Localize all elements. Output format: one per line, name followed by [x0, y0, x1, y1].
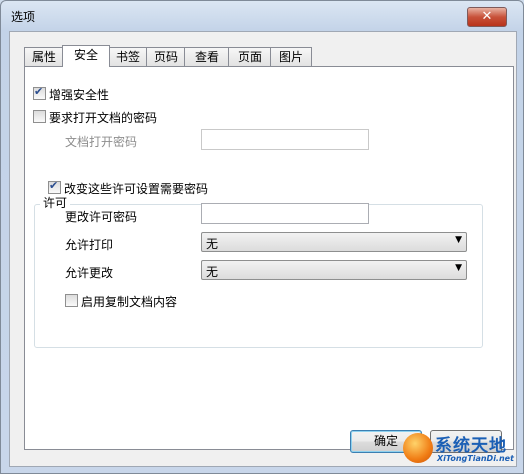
allow-change-select[interactable]: 无 ▼	[201, 260, 467, 280]
tab-view[interactable]: 查看	[184, 47, 230, 66]
tab-page-numbers[interactable]: 页码	[146, 47, 186, 66]
allow-change-value: 无	[206, 265, 219, 279]
open-password-field[interactable]	[201, 129, 369, 150]
options-dialog: 选项 ✕ 属性 安全 书签 页码 查看 页面 图片 增强安全性 要求打开文档的密…	[0, 0, 524, 474]
enable-copy-checkbox[interactable]	[65, 294, 78, 307]
allow-print-select[interactable]: 无 ▼	[201, 232, 467, 252]
permission-password-field[interactable]	[201, 203, 369, 224]
dropdown-arrow-icon: ▼	[455, 263, 462, 273]
close-icon: ✕	[481, 9, 493, 24]
change-permissions-checkbox[interactable]	[48, 179, 61, 194]
tab-images[interactable]: 图片	[270, 47, 312, 66]
allow-print-value: 无	[206, 237, 219, 251]
close-button[interactable]: ✕	[467, 7, 507, 27]
require-open-password-checkbox[interactable]	[33, 110, 46, 123]
security-panel: 增强安全性 要求打开文档的密码 文档打开密码 许可 改变这些许可设置需要密码 更…	[24, 66, 514, 450]
enhanced-security-label: 增强安全性	[49, 88, 110, 102]
dialog-client-area: 属性 安全 书签 页码 查看 页面 图片 增强安全性 要求打开文档的密码 文档打…	[9, 31, 517, 467]
tab-bookmarks[interactable]: 书签	[108, 47, 148, 66]
allow-change-label: 允许更改	[65, 266, 114, 280]
require-open-password-label: 要求打开文档的密码	[49, 111, 158, 125]
permission-password-label: 更改许可密码	[65, 210, 138, 224]
allow-print-label: 允许打印	[65, 238, 114, 252]
change-permissions-label: 改变这些许可设置需要密码	[64, 182, 209, 196]
watermark-subtitle: XiTongTianDi.net	[437, 454, 514, 463]
dialog-title: 选项	[11, 10, 36, 24]
tab-security[interactable]: 安全	[62, 45, 110, 67]
tab-properties[interactable]: 属性	[24, 47, 64, 66]
enhanced-security-checkbox[interactable]	[33, 85, 46, 100]
enable-copy-label: 启用复制文档内容	[81, 295, 178, 309]
tab-pages[interactable]: 页面	[228, 47, 272, 66]
dropdown-arrow-icon: ▼	[455, 235, 462, 245]
open-password-label: 文档打开密码	[65, 135, 138, 149]
watermark-title: 系统天地	[435, 436, 507, 456]
globe-logo-icon	[403, 433, 433, 463]
site-watermark: 系统天地 XiTongTianDi.net	[403, 431, 521, 471]
